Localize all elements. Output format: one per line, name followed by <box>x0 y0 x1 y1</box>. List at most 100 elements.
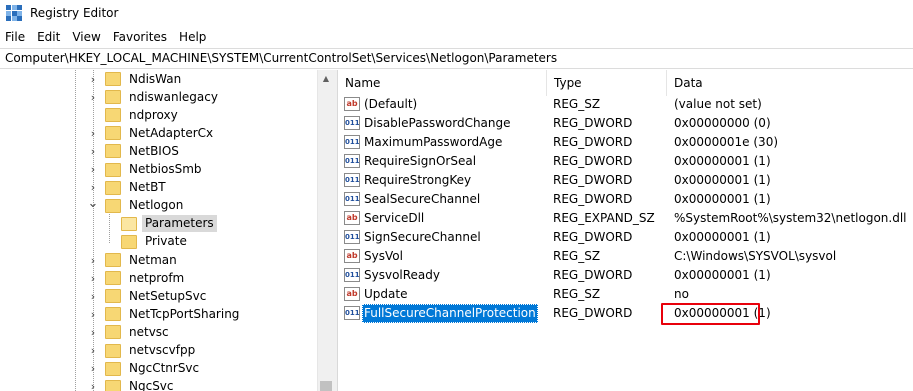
binary-value-icon: 011 <box>344 230 360 244</box>
menu-view[interactable]: View <box>66 27 106 47</box>
tree-item-ngcctnrsvc[interactable]: › NgcCtnrSvc <box>88 360 202 378</box>
value-name: FullSecureChannelProtection <box>362 304 538 323</box>
tree-item-netvscvfpp[interactable]: › netvscvfpp <box>88 342 198 360</box>
chevron-right-icon[interactable]: › <box>88 251 98 269</box>
column-header-type[interactable]: Type <box>547 70 667 96</box>
value-type: REG_DWORD <box>553 154 633 168</box>
chevron-right-icon[interactable]: › <box>88 161 98 179</box>
value-data: 0x00000001 (1) <box>674 154 771 168</box>
tree-item-netbt[interactable]: › NetBT <box>88 179 169 197</box>
tree-item-ndiswan[interactable]: › NdisWan <box>88 70 184 88</box>
column-header-data[interactable]: Data <box>667 70 913 96</box>
value-row[interactable]: 011 SealSecureChannel REG_DWORD 0x00000001 … <box>338 190 913 209</box>
tree-scrollbar[interactable]: ▲ <box>317 70 334 391</box>
folder-icon <box>105 307 121 322</box>
value-row[interactable]: ab Update REG_SZ no <box>338 285 913 304</box>
scroll-thumb[interactable] <box>320 381 332 391</box>
tree-item-label: NgcSvc <box>129 379 174 391</box>
string-value-icon: ab <box>344 249 360 263</box>
value-row[interactable]: 011 DisablePasswordChange REG_DWORD 0x00000… <box>338 114 913 133</box>
value-name: Update <box>364 287 408 301</box>
folder-icon <box>105 126 121 141</box>
chevron-right-icon[interactable]: › <box>88 360 98 378</box>
binary-value-icon: 011 <box>344 116 360 130</box>
value-type: REG_DWORD <box>553 135 633 149</box>
title-bar: Registry Editor <box>0 0 913 26</box>
binary-value-icon: 011 <box>344 173 360 187</box>
binary-value-icon: 011 <box>344 306 360 320</box>
tree-item-netvsc[interactable]: › netvsc <box>88 323 172 341</box>
value-name: DisablePasswordChange <box>364 116 511 130</box>
value-type: REG_DWORD <box>553 173 633 187</box>
chevron-right-icon[interactable]: › <box>88 342 98 360</box>
tree-item-label: NetbiosSmb <box>129 162 202 176</box>
value-row[interactable]: 011 RequireStrongKey REG_DWORD 0x00000001 (… <box>338 171 913 190</box>
tree-item-label: NetTcpPortSharing <box>129 306 240 321</box>
tree-item-label: ndproxy <box>129 107 178 122</box>
value-name: (Default) <box>364 97 418 111</box>
registry-tree: › NdisWan › ndiswanlegacy ndproxy › NetAdapter… <box>0 70 334 391</box>
address-bar[interactable]: Computer\HKEY_LOCAL_MACHINE\SYSTEM\Curre… <box>0 48 913 69</box>
string-value-icon: ab <box>344 211 360 225</box>
value-name: MaximumPasswordAge <box>364 135 503 149</box>
chevron-right-icon[interactable]: › <box>88 287 98 305</box>
tree-item-netadaptercx[interactable]: › NetAdapterCx <box>88 124 216 142</box>
tree-item-label: NetAdapterCx <box>129 125 214 140</box>
tree-item-ndiswanlegacy[interactable]: › ndiswanlegacy <box>88 88 221 106</box>
tree-item-netprofm[interactable]: › netprofm <box>88 269 187 287</box>
chevron-right-icon[interactable]: › <box>88 88 98 106</box>
scroll-up-arrow-icon[interactable]: ▲ <box>318 70 334 87</box>
value-name: RequireSignOrSeal <box>364 154 477 168</box>
value-row[interactable]: 011 RequireSignOrSeal REG_DWORD 0x00000001 … <box>338 152 913 171</box>
folder-icon <box>105 108 121 123</box>
tree-item-parameters[interactable]: Parameters <box>104 215 217 233</box>
tree-item-private[interactable]: Private <box>104 233 190 251</box>
tree-item-label: Private <box>145 234 187 249</box>
tree-item-netman[interactable]: › Netman <box>88 251 180 269</box>
folder-icon <box>105 379 121 391</box>
value-name: ServiceDll <box>364 211 425 225</box>
menu-edit[interactable]: Edit <box>31 27 66 47</box>
folder-icon <box>105 343 121 358</box>
menu-help[interactable]: Help <box>173 27 212 47</box>
value-row[interactable]: 011 MaximumPasswordAge REG_DWORD 0x0000001e… <box>338 133 913 152</box>
menu-favorites[interactable]: Favorites <box>107 27 173 47</box>
chevron-right-icon[interactable]: › <box>88 124 98 142</box>
value-type: REG_EXPAND_SZ <box>553 211 655 225</box>
tree-item-ngcsvc[interactable]: › NgcSvc <box>88 378 177 391</box>
value-row[interactable]: 011 SysvolReady REG_DWORD 0x00000001 (1) <box>338 266 913 285</box>
value-data: 0x00000001 (1) <box>674 268 771 282</box>
value-row[interactable]: ab ServiceDll REG_EXPAND_SZ %SystemRoot%\sy… <box>338 209 913 228</box>
folder-icon <box>105 90 121 105</box>
menu-file[interactable]: File <box>0 27 31 47</box>
tree-item-nettcpportsharing[interactable]: › NetTcpPortSharing <box>88 305 242 323</box>
chevron-right-icon[interactable]: › <box>88 269 98 287</box>
tree-item-netbiossmb[interactable]: › NetbiosSmb <box>88 161 205 179</box>
chevron-right-icon[interactable]: › <box>88 378 98 391</box>
chevron-right-icon[interactable]: › <box>88 323 98 341</box>
chevron-right-icon[interactable]: › <box>88 142 98 160</box>
column-header-name[interactable]: Name <box>338 70 547 96</box>
value-type: REG_DWORD <box>553 192 633 206</box>
value-name: SysvolReady <box>364 268 441 282</box>
tree-item-label: netvscvfpp <box>129 343 196 357</box>
value-data: 0x00000001 (1) <box>674 173 771 187</box>
tree-item-netsetupsvc[interactable]: › NetSetupSvc <box>88 287 209 305</box>
tree-item-netbios[interactable]: › NetBIOS <box>88 142 182 160</box>
tree-item-label: netprofm <box>129 270 185 285</box>
value-row[interactable]: ab SysVol REG_SZ C:\Windows\SYSVOL\sysvol <box>338 247 913 266</box>
tree-item-netlogon[interactable]: ⌄ Netlogon <box>88 194 186 215</box>
value-row[interactable]: 011 FullSecureChannelProtection REG_DWORD 0… <box>338 304 913 323</box>
chevron-right-icon[interactable]: › <box>88 70 98 88</box>
value-row[interactable]: 011 SignSecureChannel REG_DWORD 0x00000001 … <box>338 228 913 247</box>
value-name: RequireStrongKey <box>364 173 472 187</box>
value-row[interactable]: ab (Default) REG_SZ (value not set) <box>338 95 913 114</box>
binary-value-icon: 011 <box>344 268 360 282</box>
folder-icon <box>105 253 121 267</box>
highlight-annotation-box <box>661 303 760 325</box>
chevron-right-icon[interactable]: › <box>88 305 98 323</box>
tree-item-ndproxy[interactable]: ndproxy <box>88 106 181 124</box>
tree-guide-line <box>75 70 76 391</box>
chevron-down-icon[interactable]: ⌄ <box>88 194 99 212</box>
